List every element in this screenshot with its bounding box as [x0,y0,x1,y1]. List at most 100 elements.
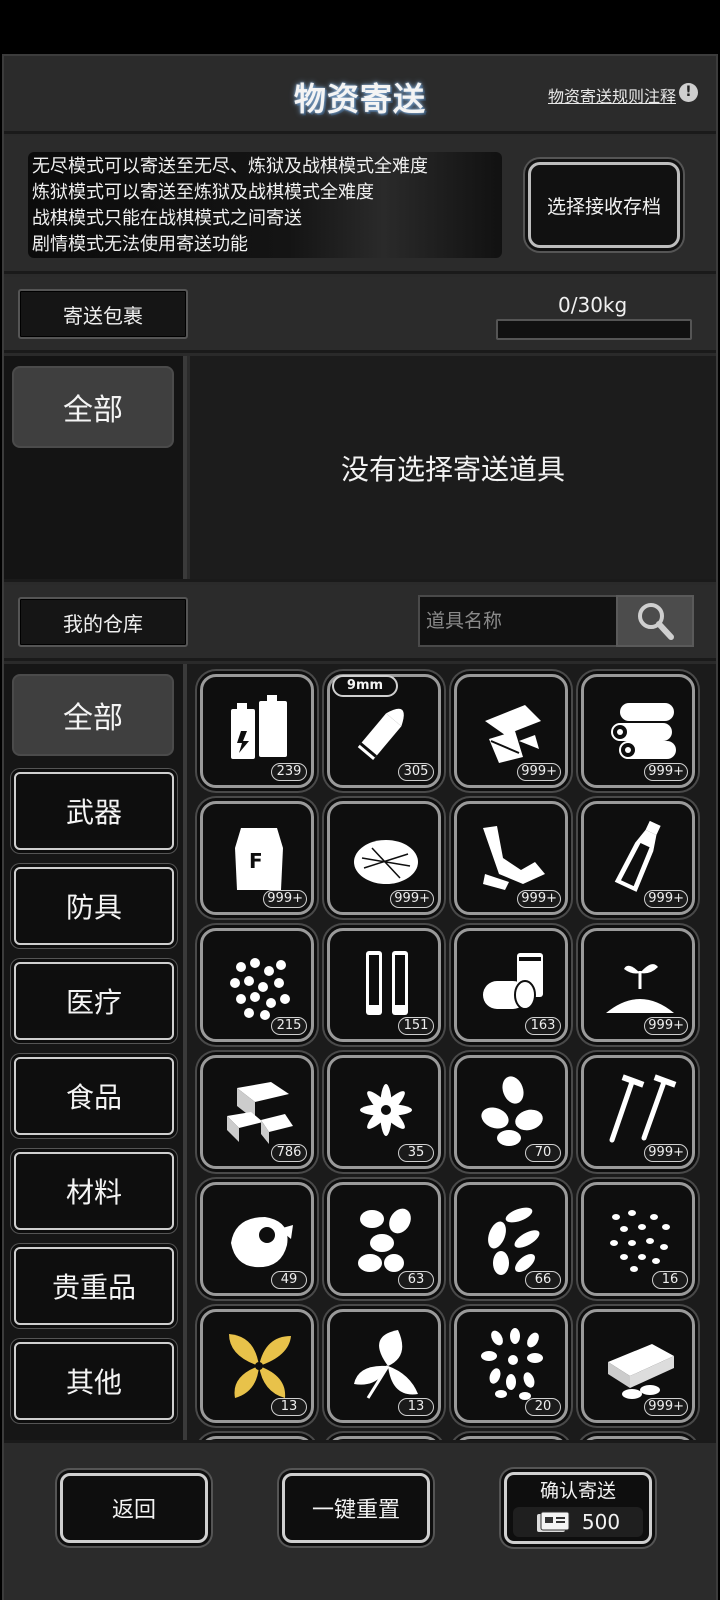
item-slot[interactable]: 151 [327,928,441,1042]
empty-parcel-message: 没有选择寄送道具 [190,356,716,579]
item-count: 999+ [644,1398,688,1416]
category-other[interactable]: 其他 [14,1342,174,1420]
item-slot[interactable]: F 999+ [200,801,314,915]
item-count: 999+ [644,890,688,908]
star-anise-icon [360,1084,412,1136]
item-count: 999+ [644,1017,688,1035]
item-slot[interactable]: 999+ [581,801,695,915]
item-slot[interactable]: 16 [581,1182,695,1296]
item-count: 13 [398,1398,434,1416]
item-count: 999+ [644,763,688,781]
fiber-pile-icon [354,840,418,884]
item-slot[interactable]: 215 [200,928,314,1042]
item-slot[interactable]: 13 [200,1309,314,1423]
beans-icon [230,958,290,1020]
weight-progress-bar [496,319,692,340]
cans-icon [483,953,543,1010]
paper-scraps-icon [485,705,541,763]
item-slot[interactable]: 999+ [581,928,695,1042]
item-slot[interactable]: 20 [454,1309,568,1423]
item-count: 63 [398,1271,434,1289]
parcel-category-all[interactable]: 全部 [12,366,174,448]
category-weapons[interactable]: 武器 [14,772,174,850]
item-count: 20 [525,1398,561,1416]
nails-icon [609,1074,677,1143]
item-count: 215 [271,1017,307,1035]
item-slot[interactable]: 999+ [581,674,695,788]
wood-blocks-icon [227,1082,293,1144]
weight-text: 0/30kg [558,293,628,317]
item-slot[interactable]: 63 [327,1182,441,1296]
item-slot[interactable]: 999+ [581,1055,695,1169]
warehouse-category-list: 全部 武器 防具 医疗 食品 材料 贵重品 其他 [4,664,187,1440]
warehouse-bar: 我的仓库 [4,585,716,661]
seedling-soil-icon [606,964,674,1013]
shotgun-shells-icon [366,951,408,1015]
category-armor[interactable]: 防具 [14,867,174,945]
search-button[interactable] [616,595,694,647]
confirm-send-button[interactable]: 确认寄送 500 [504,1472,652,1544]
item-slot[interactable]: 49 [200,1182,314,1296]
item-count: 999+ [644,1144,688,1162]
cloth-scraps-icon [483,826,545,890]
confirm-send-label: 确认寄送 [539,1479,616,1502]
bottle-icon [614,820,661,892]
item-slot[interactable]: 70 [454,1055,568,1169]
item-count: 999+ [263,890,307,908]
item-count: 786 [271,1144,307,1162]
rules-info-box: 无尽模式可以寄送至无尽、炼狱及战棋模式全难度 炼狱模式可以寄送至炼狱及战棋模式全… [28,152,502,258]
almonds-icon [481,1076,543,1146]
rules-link[interactable]: 物资寄送规则注释 [548,83,676,107]
item-slot[interactable]: 66 [454,1182,568,1296]
info-line: 战棋模式只能在战棋模式之间寄送 [32,208,302,229]
warehouse-area: 全部 武器 防具 医疗 食品 材料 贵重品 其他 239 9mm 305 999+ 99… [4,664,716,1440]
item-count: 151 [398,1017,434,1035]
item-slot[interactable]: 239 [200,674,314,788]
back-button[interactable]: 返回 [60,1473,208,1543]
item-count: 66 [525,1271,561,1289]
item-search-input[interactable] [418,595,616,647]
item-slot[interactable]: 999+ [327,801,441,915]
category-all[interactable]: 全部 [12,674,174,756]
logs-icon [611,703,676,759]
send-cost-value: 500 [581,1509,621,1534]
parcel-bar: 寄送包裹 0/30kg [4,277,716,353]
tofu-icon [608,1344,674,1399]
item-count: 13 [271,1398,307,1416]
item-count: 239 [271,763,307,781]
parcel-category-list: 全部 [4,356,187,579]
tobacco-leaf-icon [229,1334,291,1398]
item-slot[interactable]: 35 [327,1055,441,1169]
bottom-bar: 返回 一键重置 确认寄送 500 [4,1440,716,1600]
reset-button[interactable]: 一键重置 [282,1473,430,1543]
seeds-icon [488,1207,540,1275]
search-icon [638,603,674,640]
item-slot[interactable]: 999+ [581,1309,695,1423]
item-slot[interactable]: 786 [200,1055,314,1169]
info-section: 无尽模式可以寄送至无尽、炼狱及战棋模式全难度 炼狱模式可以寄送至炼狱及战棋模式全… [4,136,716,274]
info-line: 无尽模式可以寄送至无尽、炼狱及战棋模式全难度 [32,156,428,177]
ticket-icon [536,1511,570,1532]
item-count: 999+ [390,890,434,908]
onion-icon [231,1217,293,1268]
category-food[interactable]: 食品 [14,1057,174,1135]
item-slot[interactable]: 13 [327,1309,441,1423]
info-icon[interactable]: ! [679,83,698,102]
parcel-label: 寄送包裹 [18,289,188,339]
item-count: 163 [525,1017,561,1035]
select-save-button[interactable]: 选择接收存档 [528,162,680,248]
send-cost: 500 [513,1506,643,1537]
info-line: 炼狱模式可以寄送至炼狱及战棋模式全难度 [32,182,374,203]
item-count: 49 [271,1271,307,1289]
battery-icon [231,695,287,759]
category-valuables[interactable]: 贵重品 [14,1247,174,1325]
main-frame: 物资寄送 物资寄送规则注释 ! 无尽模式可以寄送至无尽、炼狱及战棋模式全难度 炼… [2,54,718,1600]
category-medical[interactable]: 医疗 [14,962,174,1040]
header: 物资寄送 物资寄送规则注释 ! [4,56,716,134]
item-slot[interactable]: 163 [454,928,568,1042]
item-slot[interactable]: 999+ [454,674,568,788]
item-slot[interactable]: 9mm 305 [327,674,441,788]
item-slot[interactable]: 999+ [454,801,568,915]
item-count: 305 [398,763,434,781]
category-materials[interactable]: 材料 [14,1152,174,1230]
